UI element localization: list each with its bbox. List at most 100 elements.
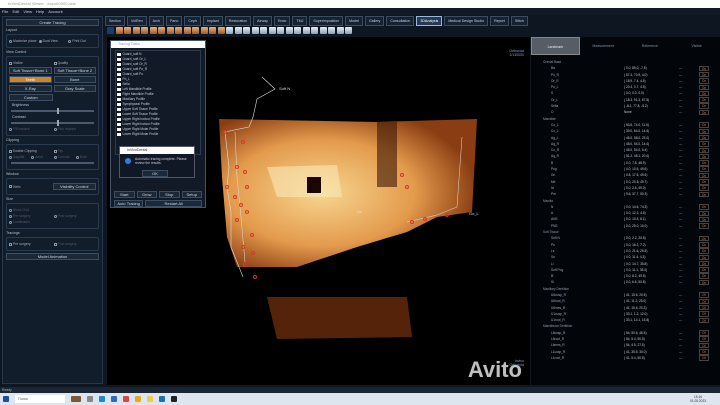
visible-toggle[interactable]: On [699, 134, 709, 141]
tool-icon[interactable] [251, 27, 259, 34]
enable-clipping-checkbox[interactable]: Enable Clipping [9, 149, 52, 153]
edge-icon[interactable] [99, 396, 105, 402]
yandex-icon[interactable] [123, 396, 129, 402]
visible-toggle[interactable]: On [699, 273, 709, 279]
landmark-point[interactable] [253, 275, 257, 279]
visible-toggle[interactable]: Off [699, 349, 709, 355]
tab-tmj[interactable]: TMJ [292, 16, 308, 26]
visible-toggle[interactable]: On [699, 90, 709, 97]
tool-icon[interactable] [268, 27, 276, 34]
tool-icon[interactable] [192, 27, 199, 34]
tool-icon[interactable] [311, 27, 318, 34]
visible-toggle[interactable]: On [699, 122, 709, 128]
visible-toggle[interactable]: On [699, 248, 709, 254]
visible-toggle[interactable]: On [699, 172, 709, 179]
tool-icon[interactable] [243, 27, 250, 34]
restart-all-button[interactable]: Restart All [145, 200, 202, 207]
clip-sagittal[interactable]: Sagittal [9, 155, 29, 159]
tab-pano[interactable]: Pano [165, 16, 183, 26]
checkbox-checked-icon[interactable] [117, 127, 121, 132]
tab-consultation[interactable]: Consultation [386, 16, 415, 26]
reset-view-icon[interactable] [107, 27, 114, 34]
visible-toggle[interactable]: On [699, 179, 709, 185]
tab-3danalysis[interactable]: 3DAnalysis [416, 16, 443, 26]
app-icon[interactable] [159, 396, 165, 402]
header-reference[interactable]: Reference [627, 37, 674, 55]
checkbox-checked-icon[interactable] [117, 92, 121, 97]
quality-checkbox[interactable]: Quality [53, 61, 97, 65]
visible-toggle[interactable]: On [699, 109, 709, 116]
tab-restoration[interactable]: Restoration [224, 16, 252, 26]
size-pre-radio[interactable]: Pre surgery [9, 214, 52, 218]
header-landmark[interactable]: Landmark [531, 37, 580, 55]
tool-icon[interactable] [158, 27, 165, 34]
visible-toggle[interactable]: On [699, 78, 709, 84]
visible-toggle[interactable]: On [699, 210, 709, 217]
pick-implant-radio[interactable]: Pick Implant [53, 127, 97, 131]
tab-report[interactable]: Report [490, 16, 509, 26]
tool-icon[interactable] [277, 27, 284, 34]
explorer-icon[interactable] [147, 396, 153, 402]
size-post-radio[interactable]: Post surgery [53, 214, 97, 218]
tab-ceph[interactable]: Ceph [184, 16, 201, 26]
tab-stitch[interactable]: Stitch [510, 16, 528, 26]
visibility-control-button[interactable]: Visibility Control [52, 183, 96, 190]
grow-button[interactable]: Grow [136, 191, 157, 198]
helix-checkbox[interactable]: Helix [9, 185, 51, 189]
tool-icon[interactable] [132, 27, 140, 34]
tool-icon[interactable] [209, 27, 216, 34]
tool-icon[interactable] [115, 27, 123, 34]
preset-custom[interactable]: Custom [9, 94, 53, 101]
setup-button[interactable]: Setup [181, 191, 202, 198]
checkbox-checked-icon[interactable] [117, 52, 121, 57]
tool-icon[interactable] [285, 27, 293, 34]
checkbox-checked-icon[interactable] [117, 62, 121, 67]
preset-teeth[interactable]: Teeth [9, 76, 52, 83]
store-icon[interactable] [111, 396, 117, 402]
visible-toggle[interactable]: On [699, 141, 709, 147]
tab-gallery[interactable]: Gallery [364, 16, 385, 26]
flip-checkbox[interactable]: Flip [53, 149, 97, 153]
task-view-icon[interactable] [87, 396, 93, 402]
show-grid-radio[interactable]: Show Grid [9, 208, 96, 212]
clip-both[interactable]: Both [75, 155, 96, 159]
tool-icon[interactable] [166, 27, 174, 34]
menu-help[interactable]: Help [36, 8, 44, 15]
clipping-slider[interactable] [11, 162, 94, 164]
tab-medical-design-studio[interactable]: Medical Design Studio [444, 16, 489, 26]
preset-gray-scale[interactable]: Gray Scale [53, 85, 96, 92]
visible-toggle[interactable]: On [699, 204, 709, 210]
checkbox-checked-icon[interactable] [117, 67, 121, 72]
visible-toggle[interactable]: On [699, 191, 709, 198]
tool-icon[interactable] [141, 27, 148, 34]
visible-toggle[interactable]: On [699, 147, 709, 154]
tool-icon[interactable] [124, 27, 131, 34]
tab-superimposition[interactable]: Superimposition [309, 16, 344, 26]
visible-toggle[interactable]: On [699, 128, 709, 135]
stop-button[interactable]: Stop [159, 191, 180, 198]
tool-icon[interactable] [175, 27, 182, 34]
header-visible[interactable]: Visible [673, 37, 720, 55]
visible-toggle[interactable]: On [699, 242, 709, 248]
visible-toggle[interactable]: Off [699, 342, 709, 349]
visible-toggle[interactable]: On [699, 160, 709, 166]
checkbox-checked-icon[interactable] [117, 57, 121, 62]
tab-arch[interactable]: Arch [148, 16, 164, 26]
visible-toggle[interactable]: On [699, 103, 709, 109]
clip-axial[interactable]: Axial [31, 155, 51, 159]
visible-toggle[interactable]: Off [699, 304, 709, 311]
preset-soft-tissue-bone-1[interactable]: Soft Tissue+Bone 1 [9, 67, 52, 74]
tool-icon[interactable] [294, 27, 301, 34]
start-button[interactable]: Start [114, 191, 135, 198]
visible-toggle[interactable]: Off [699, 292, 709, 298]
checkbox-checked-icon[interactable] [117, 117, 121, 122]
layout-maximize-radio[interactable]: Maximize plane [9, 39, 37, 43]
clip-coronal[interactable]: Coronal [53, 155, 74, 159]
tool-icon[interactable] [217, 27, 225, 34]
checkbox-checked-icon[interactable] [117, 112, 121, 117]
visible-checkbox[interactable]: Visible [9, 61, 52, 65]
tab-model[interactable]: Model [345, 16, 363, 26]
visible-toggle[interactable]: Off [699, 317, 709, 324]
invivo-icon[interactable] [171, 396, 177, 402]
visible-toggle[interactable]: Off [699, 355, 709, 361]
